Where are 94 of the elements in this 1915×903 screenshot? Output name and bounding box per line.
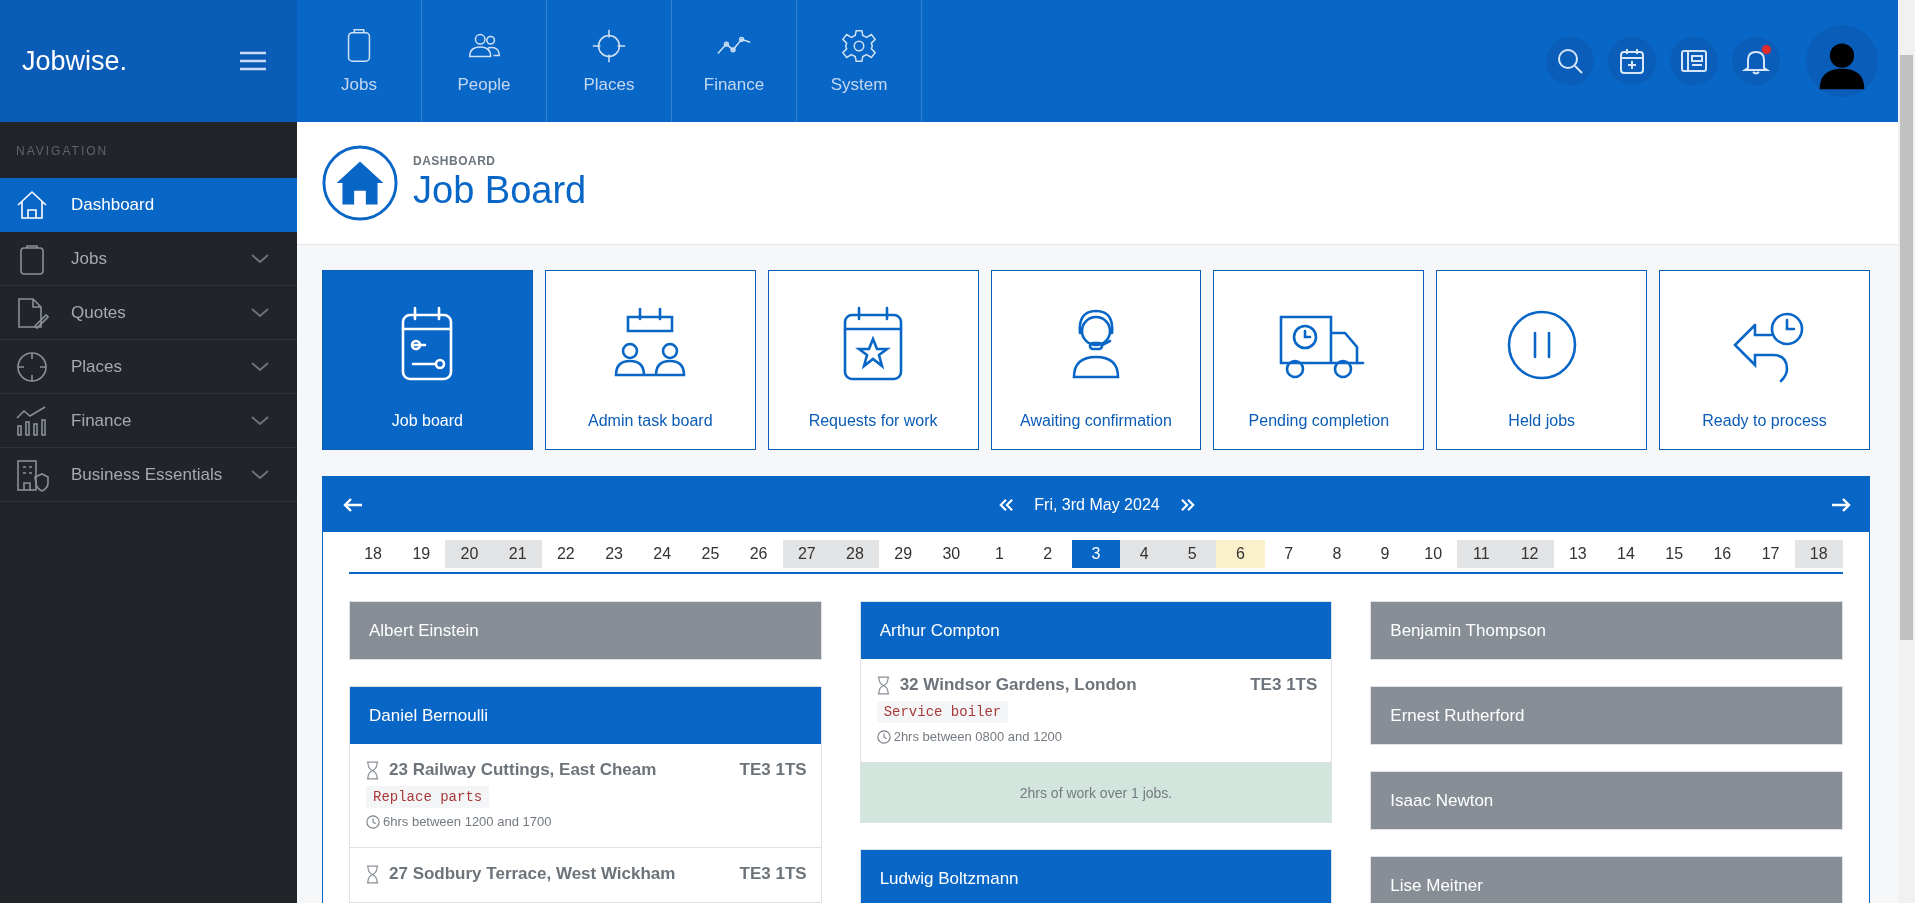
date-cell[interactable]: 12 xyxy=(1505,540,1554,568)
date-cell[interactable]: 18 xyxy=(349,540,398,568)
newspaper-icon xyxy=(1680,47,1708,75)
date-cell[interactable]: 9 xyxy=(1360,540,1410,568)
hourglass-icon xyxy=(366,760,379,780)
job-address[interactable]: 27 Sodbury Terrace, West Wickham xyxy=(389,864,730,884)
date-cell[interactable]: 30 xyxy=(927,540,976,568)
date-cell[interactable]: 24 xyxy=(638,540,687,568)
arrow-left-icon[interactable] xyxy=(343,496,363,513)
staff-name[interactable]: Arthur Compton xyxy=(860,602,1332,659)
sidebar-item[interactable]: Jobs xyxy=(0,232,297,286)
crosshair-icon xyxy=(590,27,628,65)
date-cell[interactable]: 26 xyxy=(734,540,783,568)
date-cell[interactable]: 11 xyxy=(1457,540,1506,568)
house-icon xyxy=(321,144,399,222)
date-cell[interactable]: 28 xyxy=(830,540,880,568)
job-postcode: TE3 1TS xyxy=(1250,675,1318,695)
work-summary: 2hrs of work over 1 jobs. xyxy=(860,763,1332,822)
job-address[interactable]: 23 Railway Cuttings, East Cheam xyxy=(389,760,730,780)
task-tag: Service boiler xyxy=(876,701,1009,723)
chevron-down-icon xyxy=(251,307,269,318)
board-tile[interactable]: Requests for work xyxy=(767,270,979,450)
settings-icon xyxy=(840,27,878,65)
date-cell[interactable]: 15 xyxy=(1650,540,1699,568)
menu-icon[interactable] xyxy=(239,51,267,71)
date-cell[interactable]: 5 xyxy=(1168,540,1217,568)
breadcrumb: DASHBOARD xyxy=(413,154,497,169)
date-cell[interactable]: 20 xyxy=(445,540,494,568)
date-cell[interactable]: 25 xyxy=(686,540,735,568)
date-cell[interactable]: 8 xyxy=(1312,540,1361,568)
clock-icon xyxy=(366,814,380,829)
board-tile[interactable]: Job board xyxy=(322,270,533,450)
job-time: 6hrs between 1200 and 1700 xyxy=(383,814,552,829)
building-shield-icon xyxy=(15,457,49,492)
board-tile[interactable]: Ready to process xyxy=(1659,270,1870,450)
date-cell[interactable]: 1 xyxy=(975,540,1024,568)
double-chevron-left-icon[interactable] xyxy=(998,497,1015,512)
chevron-down-icon xyxy=(251,253,269,264)
document-pencil-icon xyxy=(15,295,49,330)
date-cell[interactable]: 4 xyxy=(1120,540,1169,568)
board-tile[interactable]: Held jobs xyxy=(1436,270,1648,450)
sidebar-item[interactable]: Places xyxy=(0,340,297,394)
clock-icon xyxy=(876,729,891,744)
brand-logo[interactable]: Jobwise. xyxy=(22,45,128,77)
arrow-right-icon[interactable] xyxy=(1831,496,1851,513)
chevron-down-icon xyxy=(251,361,269,372)
sidebar-item[interactable]: Dashboard xyxy=(0,178,297,232)
sidebar-item[interactable]: Quotes xyxy=(0,286,297,340)
date-cell[interactable]: 6 xyxy=(1216,540,1265,568)
chevron-down-icon xyxy=(251,469,269,480)
date-cell[interactable]: 13 xyxy=(1553,540,1602,568)
current-date: Fri, 3rd May 2024 xyxy=(1034,495,1160,514)
date-cell[interactable]: 16 xyxy=(1698,540,1747,568)
job-postcode: TE3 1TS xyxy=(739,864,807,884)
date-cell[interactable]: 7 xyxy=(1264,540,1313,568)
job-postcode: TE3 1TS xyxy=(739,760,807,780)
scrollbar-thumb[interactable] xyxy=(1900,55,1913,640)
sidebar-item[interactable]: Business Essentials xyxy=(0,448,297,502)
board-tile[interactable]: Admin task board xyxy=(544,270,756,450)
page-title: Job Board xyxy=(413,170,587,212)
bar-graph-icon xyxy=(15,403,49,438)
date-cell[interactable]: 18 xyxy=(1794,540,1843,568)
task-tag: Replace parts xyxy=(366,786,490,808)
staff-name[interactable]: Daniel Bernoulli xyxy=(350,687,821,744)
notifications-button[interactable] xyxy=(1732,37,1780,85)
date-cell[interactable]: 10 xyxy=(1409,540,1458,568)
sidebar-item[interactable]: Finance xyxy=(0,394,297,448)
date-cell[interactable]: 19 xyxy=(397,540,446,568)
hourglass-icon xyxy=(366,864,379,884)
nav-heading: NAVIGATION xyxy=(15,143,110,160)
board-tile[interactable]: Pending completion xyxy=(1213,270,1425,450)
date-cell[interactable]: 27 xyxy=(782,540,831,568)
board-tile[interactable]: Awaiting confirmation xyxy=(990,270,1202,450)
hourglass-icon xyxy=(876,675,890,695)
calendar-plus-icon xyxy=(1618,47,1646,75)
chevron-down-icon xyxy=(251,415,269,426)
date-cell[interactable]: 2 xyxy=(1023,540,1072,568)
job-address[interactable]: 32 Windsor Gardens, London xyxy=(899,675,1241,695)
date-cell[interactable]: 23 xyxy=(589,540,639,568)
search-button[interactable] xyxy=(1546,37,1594,85)
date-cell[interactable]: 14 xyxy=(1601,540,1651,568)
date-cell[interactable]: 22 xyxy=(541,540,590,568)
staff-name[interactable]: Ludwig Boltzmann xyxy=(860,850,1332,903)
date-cell[interactable]: 21 xyxy=(493,540,542,568)
add-event-button[interactable] xyxy=(1608,37,1656,85)
crosshair-icon xyxy=(15,349,49,384)
date-cell[interactable]: 17 xyxy=(1746,540,1795,568)
date-cell[interactable]: 3 xyxy=(1071,540,1120,568)
scrollbar[interactable] xyxy=(1898,0,1915,903)
double-chevron-right-icon[interactable] xyxy=(1179,497,1196,512)
news-button[interactable] xyxy=(1670,37,1718,85)
search-icon xyxy=(1556,47,1584,75)
job-time: 2hrs between 0800 and 1200 xyxy=(893,729,1063,744)
date-cell[interactable]: 29 xyxy=(879,540,928,568)
